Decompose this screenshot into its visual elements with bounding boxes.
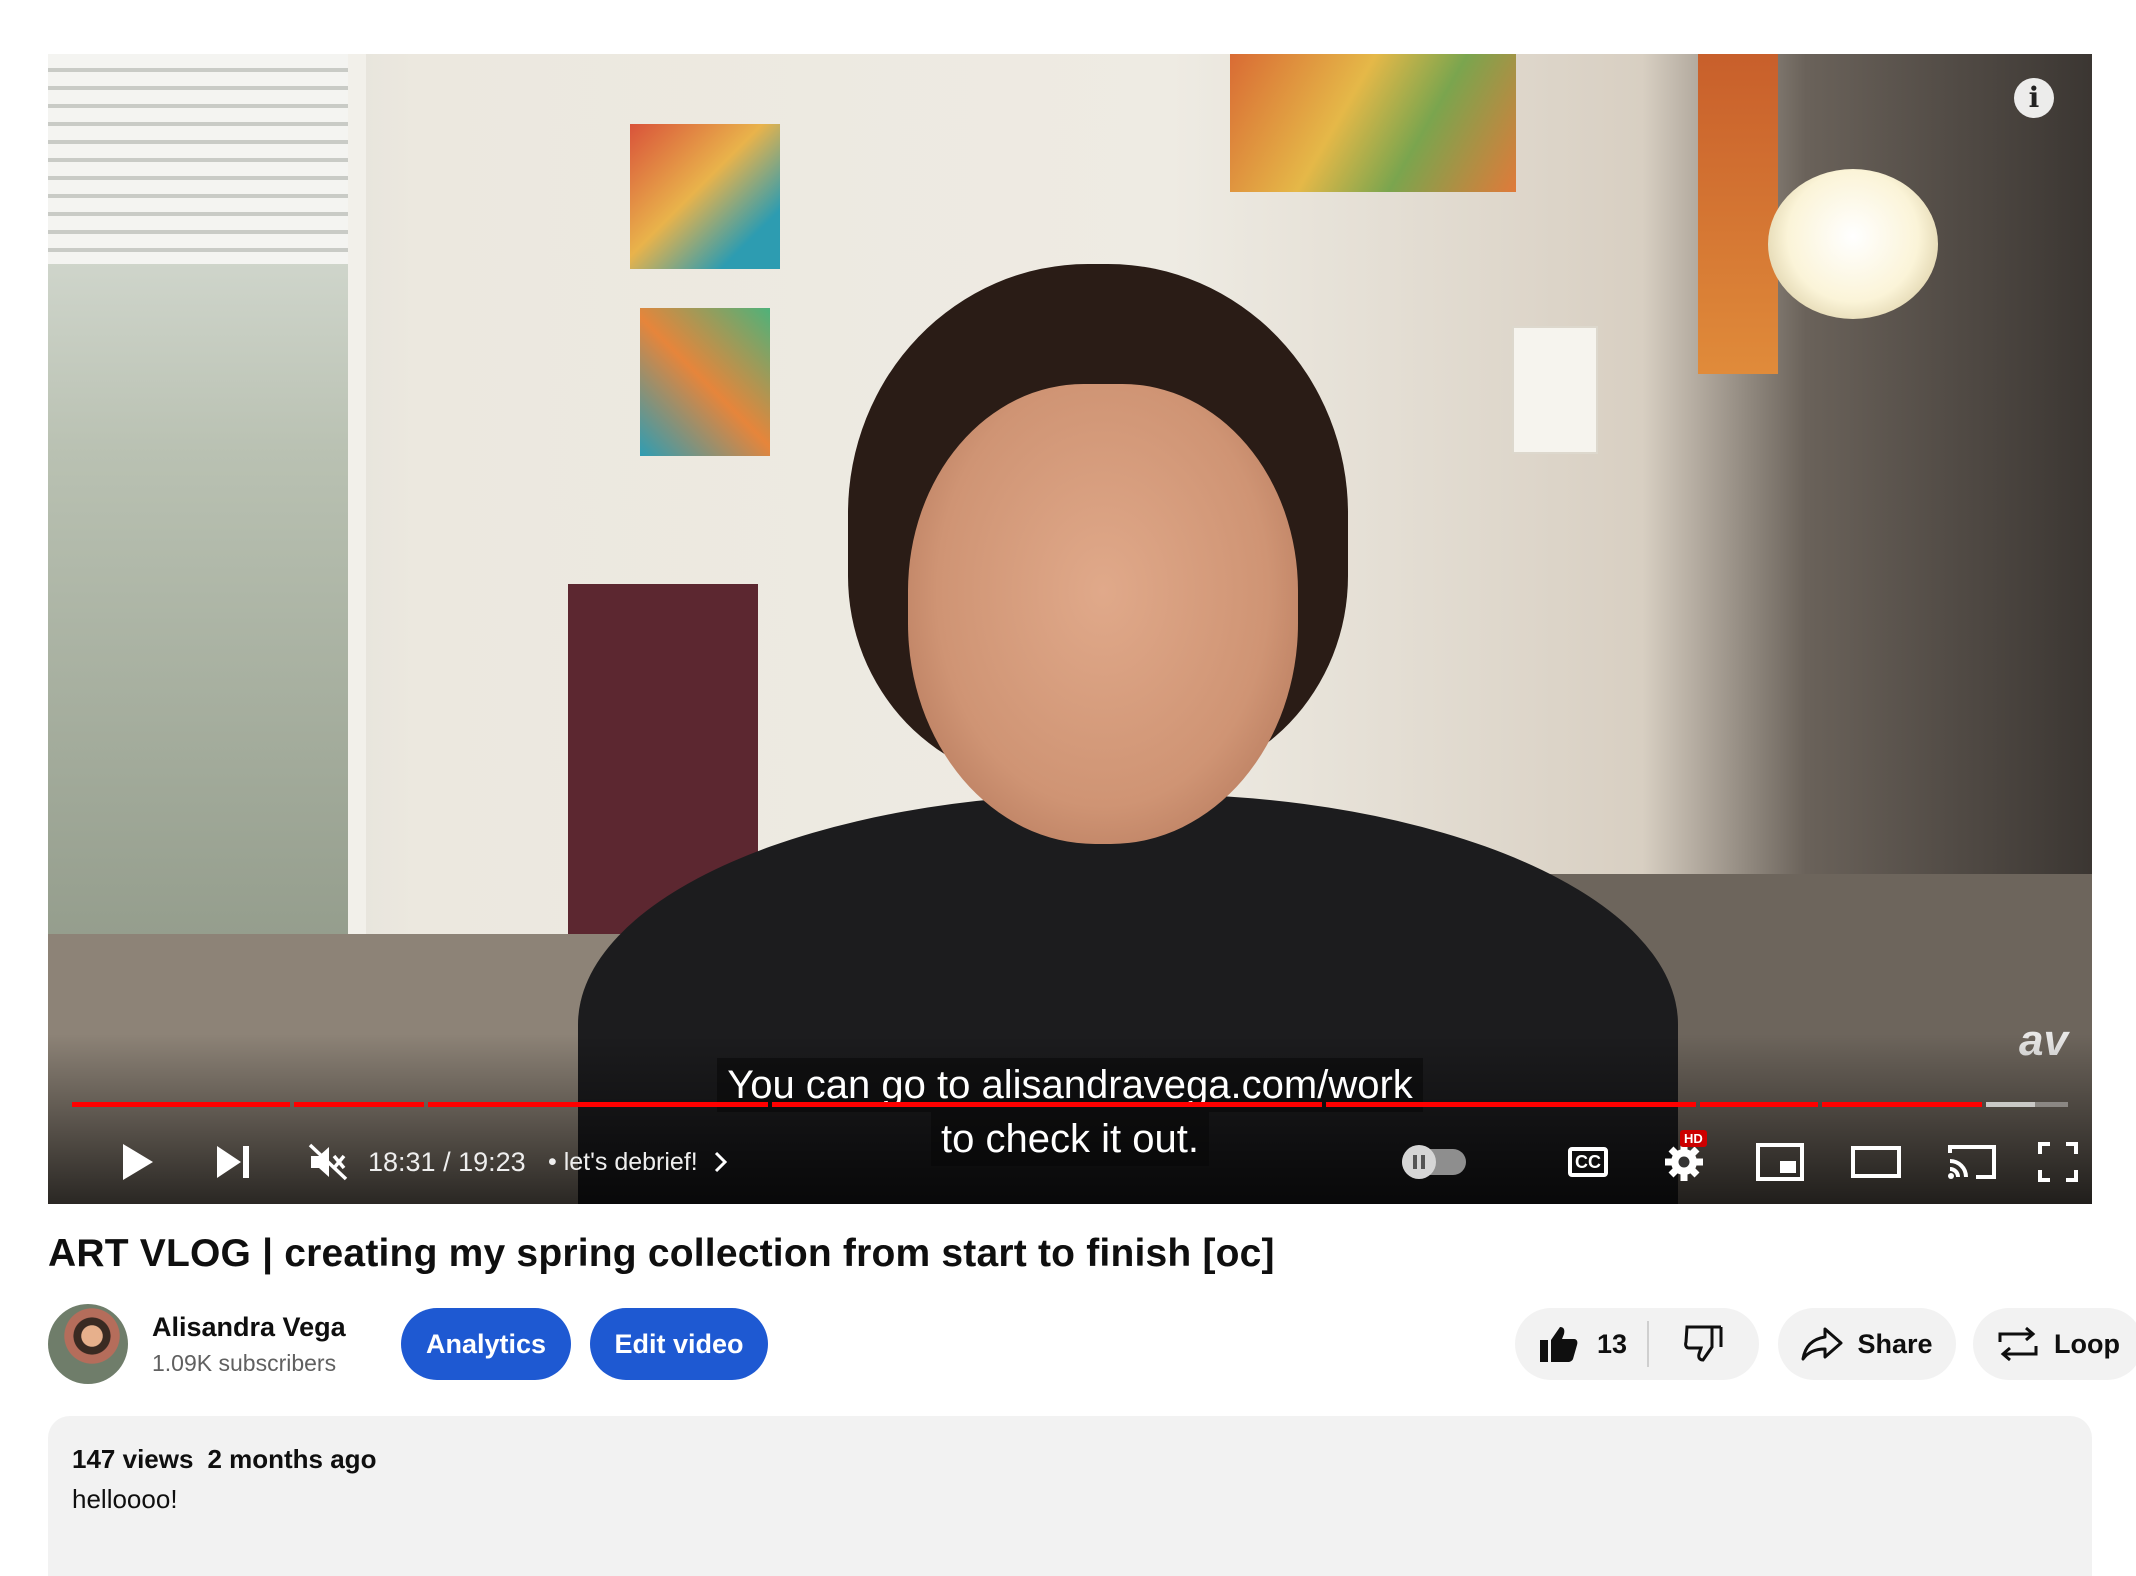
player-controls: 18:31 / 19:23 • let's debrief! CC HD [48, 1122, 2092, 1202]
pause-icon [1402, 1145, 1436, 1179]
chevron-right-icon [714, 1151, 727, 1173]
video-frame [48, 54, 2092, 1204]
settings-button[interactable]: HD [1644, 1122, 1724, 1202]
fullscreen-button[interactable] [2028, 1122, 2088, 1202]
subtitles-button[interactable]: CC [1548, 1122, 1628, 1202]
duration: 19:23 [458, 1147, 526, 1177]
miniplayer-icon [1756, 1143, 1804, 1181]
cc-icon: CC [1568, 1147, 1608, 1177]
chapter-segment[interactable] [72, 1102, 290, 1107]
fullscreen-icon [2038, 1142, 2078, 1182]
loop-icon [1998, 1326, 2038, 1362]
upload-date: 2 months ago [207, 1444, 377, 1474]
share-icon [1801, 1327, 1843, 1361]
loop-button[interactable]: Loop [1973, 1308, 2136, 1380]
owner-row: Alisandra Vega 1.09K subscribers Analyti… [48, 1304, 2136, 1384]
next-button[interactable] [193, 1122, 273, 1202]
thumbs-up-icon [1540, 1327, 1578, 1362]
chapter-button[interactable]: • let's debrief! [548, 1122, 729, 1202]
miniplayer-button[interactable] [1740, 1122, 1820, 1202]
theater-button[interactable] [1836, 1122, 1916, 1202]
dislike-button[interactable] [1649, 1308, 1759, 1380]
chapter-segment[interactable] [428, 1102, 768, 1107]
loop-label: Loop [2054, 1328, 2120, 1359]
chapter-segment[interactable] [1326, 1102, 1696, 1107]
volume-muted-icon [308, 1143, 348, 1181]
time-display: 18:31 / 19:23 [368, 1122, 526, 1202]
chapter-title: let's debrief! [563, 1148, 698, 1176]
channel-name[interactable]: Alisandra Vega [152, 1312, 346, 1343]
like-button[interactable]: 13 [1515, 1308, 1647, 1380]
share-button[interactable]: Share [1778, 1308, 1956, 1380]
edit-video-button[interactable]: Edit video [590, 1308, 768, 1380]
video-title: ART VLOG | creating my spring collection… [48, 1232, 1275, 1275]
like-count: 13 [1597, 1328, 1628, 1359]
info-icon[interactable]: i [2014, 78, 2054, 118]
thumbs-down-icon [1684, 1325, 1723, 1362]
cast-button[interactable] [1932, 1122, 2012, 1202]
play-icon [123, 1144, 153, 1180]
description-meta: 147 views 2 months ago [72, 1444, 376, 1475]
progress-bar[interactable] [72, 1102, 2068, 1107]
description-box[interactable]: 147 views 2 months ago helloooo! [48, 1416, 2092, 1576]
chapter-segment[interactable] [294, 1102, 424, 1107]
view-count: 147 views [72, 1444, 194, 1474]
hd-badge: HD [1680, 1130, 1707, 1147]
cast-icon [1948, 1145, 1996, 1179]
description-text: helloooo! [72, 1484, 178, 1514]
video-player[interactable]: i av You can go to alisandravega.com/wor… [48, 54, 2092, 1204]
autoplay-toggle[interactable] [1402, 1145, 1466, 1179]
theater-icon [1851, 1146, 1901, 1178]
chapter-segment[interactable] [1822, 1102, 1982, 1107]
chapter-bullet: • [548, 1148, 557, 1176]
channel-avatar[interactable] [48, 1304, 128, 1384]
analytics-button[interactable]: Analytics [401, 1308, 571, 1380]
mute-button[interactable] [288, 1122, 368, 1202]
current-time: 18:31 [368, 1147, 436, 1177]
play-button[interactable] [98, 1122, 178, 1202]
subscriber-count: 1.09K subscribers [152, 1350, 337, 1376]
share-label: Share [1857, 1328, 1933, 1359]
chapter-segment[interactable] [772, 1102, 1322, 1107]
like-dislike-group: 13 [1515, 1308, 1759, 1380]
gear-icon [1665, 1143, 1703, 1181]
skip-next-icon [217, 1146, 249, 1178]
progress-remaining[interactable] [1986, 1102, 2068, 1107]
time-separator: / [443, 1147, 451, 1177]
chapter-segment[interactable] [1700, 1102, 1818, 1107]
